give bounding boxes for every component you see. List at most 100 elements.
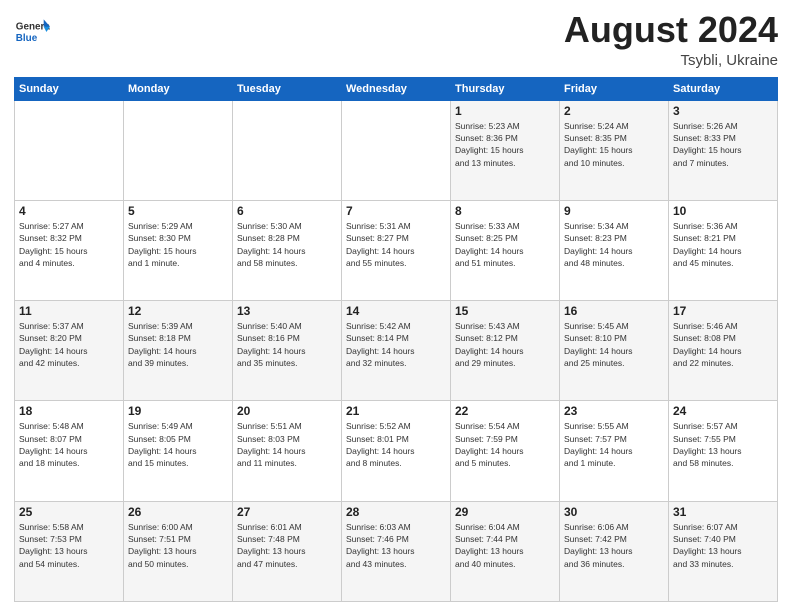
col-monday: Monday [124, 77, 233, 100]
logo-icon: General Blue [14, 14, 50, 50]
table-cell: 6Sunrise: 5:30 AM Sunset: 8:28 PM Daylig… [233, 200, 342, 300]
table-cell: 27Sunrise: 6:01 AM Sunset: 7:48 PM Dayli… [233, 501, 342, 601]
day-info: Sunrise: 5:45 AM Sunset: 8:10 PM Dayligh… [564, 320, 664, 369]
table-cell [124, 100, 233, 200]
day-number: 12 [128, 304, 228, 318]
col-friday: Friday [560, 77, 669, 100]
day-info: Sunrise: 5:26 AM Sunset: 8:33 PM Dayligh… [673, 120, 773, 169]
day-number: 5 [128, 204, 228, 218]
day-info: Sunrise: 5:30 AM Sunset: 8:28 PM Dayligh… [237, 220, 337, 269]
day-number: 8 [455, 204, 555, 218]
table-cell: 30 Sunrise: 6:06 AM Sunset: 7:42 PM Dayli… [560, 501, 669, 601]
table-cell: 28Sunrise: 6:03 AM Sunset: 7:46 PM Dayli… [342, 501, 451, 601]
week-row-4: 25Sunrise: 5:58 AM Sunset: 7:53 PM Dayli… [15, 501, 778, 601]
table-cell: 12Sunrise: 5:39 AM Sunset: 8:18 PM Dayli… [124, 301, 233, 401]
table-cell [233, 100, 342, 200]
table-cell [342, 100, 451, 200]
table-cell: 1 Sunrise: 5:23 AM Sunset: 8:36 PM Daylig… [451, 100, 560, 200]
day-number: 4 [19, 204, 119, 218]
day-info: Sunrise: 6:07 AM Sunset: 7:40 PM Dayligh… [673, 521, 773, 570]
calendar-body: 1 Sunrise: 5:23 AM Sunset: 8:36 PM Daylig… [15, 100, 778, 601]
day-info: Sunrise: 5:48 AM Sunset: 8:07 PM Dayligh… [19, 420, 119, 469]
day-info: Sunrise: 5:37 AM Sunset: 8:20 PM Dayligh… [19, 320, 119, 369]
table-cell: 9 Sunrise: 5:34 AM Sunset: 8:23 PM Daylig… [560, 200, 669, 300]
day-number: 20 [237, 404, 337, 418]
day-info: Sunrise: 6:06 AM Sunset: 7:42 PM Dayligh… [564, 521, 664, 570]
day-number: 16 [564, 304, 664, 318]
table-cell: 25Sunrise: 5:58 AM Sunset: 7:53 PM Dayli… [15, 501, 124, 601]
col-tuesday: Tuesday [233, 77, 342, 100]
table-cell: 18Sunrise: 5:48 AM Sunset: 8:07 PM Dayli… [15, 401, 124, 501]
table-cell: 3 Sunrise: 5:26 AM Sunset: 8:33 PM Daylig… [669, 100, 778, 200]
table-cell: 8 Sunrise: 5:33 AM Sunset: 8:25 PM Daylig… [451, 200, 560, 300]
day-number: 29 [455, 505, 555, 519]
day-info: Sunrise: 5:29 AM Sunset: 8:30 PM Dayligh… [128, 220, 228, 269]
calendar-header: Sunday Monday Tuesday Wednesday Thursday… [15, 77, 778, 100]
day-info: Sunrise: 5:57 AM Sunset: 7:55 PM Dayligh… [673, 420, 773, 469]
table-cell: 4 Sunrise: 5:27 AM Sunset: 8:32 PM Daylig… [15, 200, 124, 300]
day-number: 13 [237, 304, 337, 318]
col-thursday: Thursday [451, 77, 560, 100]
day-info: Sunrise: 5:54 AM Sunset: 7:59 PM Dayligh… [455, 420, 555, 469]
col-wednesday: Wednesday [342, 77, 451, 100]
week-row-1: 4 Sunrise: 5:27 AM Sunset: 8:32 PM Daylig… [15, 200, 778, 300]
header: General Blue August 2024 Tsybli, Ukraine [14, 10, 778, 69]
day-number: 28 [346, 505, 446, 519]
day-info: Sunrise: 5:46 AM Sunset: 8:08 PM Dayligh… [673, 320, 773, 369]
week-row-2: 11Sunrise: 5:37 AM Sunset: 8:20 PM Dayli… [15, 301, 778, 401]
day-number: 17 [673, 304, 773, 318]
day-info: Sunrise: 5:52 AM Sunset: 8:01 PM Dayligh… [346, 420, 446, 469]
day-info: Sunrise: 5:55 AM Sunset: 7:57 PM Dayligh… [564, 420, 664, 469]
col-saturday: Saturday [669, 77, 778, 100]
day-number: 3 [673, 104, 773, 118]
day-info: Sunrise: 5:51 AM Sunset: 8:03 PM Dayligh… [237, 420, 337, 469]
logo: General Blue [14, 14, 50, 50]
day-number: 22 [455, 404, 555, 418]
day-info: Sunrise: 5:43 AM Sunset: 8:12 PM Dayligh… [455, 320, 555, 369]
table-cell: 24 Sunrise: 5:57 AM Sunset: 7:55 PM Dayli… [669, 401, 778, 501]
day-info: Sunrise: 6:04 AM Sunset: 7:44 PM Dayligh… [455, 521, 555, 570]
table-cell [15, 100, 124, 200]
day-info: Sunrise: 6:00 AM Sunset: 7:51 PM Dayligh… [128, 521, 228, 570]
day-number: 30 [564, 505, 664, 519]
table-cell: 16 Sunrise: 5:45 AM Sunset: 8:10 PM Dayli… [560, 301, 669, 401]
day-number: 31 [673, 505, 773, 519]
title-block: August 2024 Tsybli, Ukraine [564, 10, 778, 69]
day-number: 9 [564, 204, 664, 218]
week-row-0: 1 Sunrise: 5:23 AM Sunset: 8:36 PM Daylig… [15, 100, 778, 200]
day-number: 15 [455, 304, 555, 318]
day-number: 21 [346, 404, 446, 418]
day-number: 10 [673, 204, 773, 218]
day-info: Sunrise: 5:42 AM Sunset: 8:14 PM Dayligh… [346, 320, 446, 369]
calendar-table: Sunday Monday Tuesday Wednesday Thursday… [14, 77, 778, 602]
main-title: August 2024 [564, 10, 778, 50]
day-number: 7 [346, 204, 446, 218]
table-cell: 2Sunrise: 5:24 AM Sunset: 8:35 PM Daylig… [560, 100, 669, 200]
day-number: 19 [128, 404, 228, 418]
table-cell: 10 Sunrise: 5:36 AM Sunset: 8:21 PM Dayli… [669, 200, 778, 300]
table-cell: 19 Sunrise: 5:49 AM Sunset: 8:05 PM Dayli… [124, 401, 233, 501]
day-number: 23 [564, 404, 664, 418]
table-cell: 20 Sunrise: 5:51 AM Sunset: 8:03 PM Dayli… [233, 401, 342, 501]
table-cell: 23 Sunrise: 5:55 AM Sunset: 7:57 PM Dayli… [560, 401, 669, 501]
day-info: Sunrise: 5:27 AM Sunset: 8:32 PM Dayligh… [19, 220, 119, 269]
header-row: Sunday Monday Tuesday Wednesday Thursday… [15, 77, 778, 100]
day-number: 14 [346, 304, 446, 318]
day-info: Sunrise: 5:31 AM Sunset: 8:27 PM Dayligh… [346, 220, 446, 269]
week-row-3: 18Sunrise: 5:48 AM Sunset: 8:07 PM Dayli… [15, 401, 778, 501]
day-info: Sunrise: 5:34 AM Sunset: 8:23 PM Dayligh… [564, 220, 664, 269]
table-cell: 5 Sunrise: 5:29 AM Sunset: 8:30 PM Daylig… [124, 200, 233, 300]
table-cell: 26 Sunrise: 6:00 AM Sunset: 7:51 PM Dayli… [124, 501, 233, 601]
day-number: 24 [673, 404, 773, 418]
day-number: 26 [128, 505, 228, 519]
table-cell: 22 Sunrise: 5:54 AM Sunset: 7:59 PM Dayli… [451, 401, 560, 501]
day-info: Sunrise: 5:23 AM Sunset: 8:36 PM Dayligh… [455, 120, 555, 169]
day-info: Sunrise: 5:33 AM Sunset: 8:25 PM Dayligh… [455, 220, 555, 269]
day-info: Sunrise: 5:24 AM Sunset: 8:35 PM Dayligh… [564, 120, 664, 169]
day-number: 1 [455, 104, 555, 118]
table-cell: 7 Sunrise: 5:31 AM Sunset: 8:27 PM Daylig… [342, 200, 451, 300]
day-info: Sunrise: 5:36 AM Sunset: 8:21 PM Dayligh… [673, 220, 773, 269]
table-cell: 21 Sunrise: 5:52 AM Sunset: 8:01 PM Dayli… [342, 401, 451, 501]
col-sunday: Sunday [15, 77, 124, 100]
day-info: Sunrise: 5:49 AM Sunset: 8:05 PM Dayligh… [128, 420, 228, 469]
